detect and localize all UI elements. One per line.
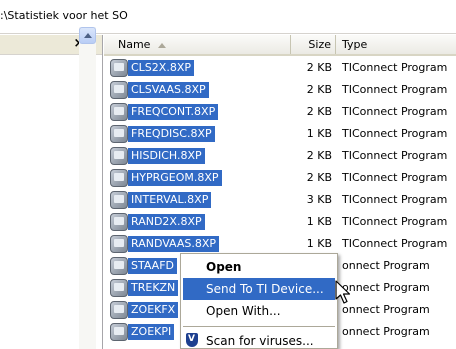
antivirus-shield-icon [186,333,198,347]
file-type: TIConnect Program [342,61,448,74]
column-header: Name Size Type [104,35,456,56]
file-name: RAND2X.8XP [128,214,205,230]
ti-program-icon [110,125,128,143]
file-size: 2 KB [306,105,332,118]
file-size: 1 KB [306,127,332,140]
ti-program-icon [110,191,128,209]
file-row[interactable]: HYPRGEOM.8XP 2 KB TIConnect Program [104,167,456,189]
ti-program-icon [110,147,128,165]
scroll-up-icon[interactable] [79,27,96,44]
file-size: 2 KB [306,83,332,96]
ti-program-icon [110,169,128,187]
ti-program-icon [110,213,128,231]
ti-program-icon [110,301,128,319]
column-size[interactable]: Size [291,35,336,54]
ti-program-icon [110,103,128,121]
menu-item-send-to-ti-device[interactable]: Send To TI Device... [183,278,335,300]
context-menu: Open Send To TI Device... Open With... S… [180,253,338,349]
file-type: TIConnect Program [342,215,448,228]
menu-separator [183,326,335,327]
ti-program-icon [110,323,128,341]
column-name-label: Name [118,38,151,51]
file-name: STAAFD [128,258,178,274]
menu-item-scan-label: Scan for viruses... [206,334,314,348]
address-bar[interactable]: :\Statistiek voor het SO [0,0,456,34]
file-size: 2 KB [306,171,332,184]
menu-item-open[interactable]: Open [183,256,335,278]
file-row[interactable]: CLS2X.8XP 2 KB TIConnect Program [104,57,456,79]
ti-program-icon [110,59,128,77]
ti-program-icon [110,235,128,253]
file-type: TIConnect Program [342,83,448,96]
file-size: 2 KB [306,149,332,162]
file-name: RANDVAAS.8XP [128,236,220,252]
address-path: :\Statistiek voor het SO [0,9,128,22]
file-name: TREKZN [128,280,179,296]
ti-program-icon [110,257,128,275]
file-name: ZOEKFX [128,302,179,318]
column-type[interactable]: Type [336,35,456,54]
file-name: ZOEKPI [128,324,175,340]
file-row[interactable]: FREQCONT.8XP 2 KB TIConnect Program [104,101,456,123]
menu-item-open-with[interactable]: Open With... [183,300,335,322]
file-type: TIConnect Program [342,171,448,184]
file-row[interactable]: INTERVAL.8XP 3 KB TIConnect Program [104,189,456,211]
file-size: 1 KB [306,215,332,228]
file-type: onnect Program [342,303,430,316]
file-row[interactable]: RANDVAAS.8XP 1 KB TIConnect Program [104,233,456,255]
file-type: TIConnect Program [342,237,448,250]
file-type: onnect Program [342,325,430,338]
file-name: FREQDISC.8XP [128,126,215,142]
ti-program-icon [110,81,128,99]
file-name: FREQCONT.8XP [128,104,219,120]
file-row[interactable]: FREQDISC.8XP 1 KB TIConnect Program [104,123,456,145]
file-name: CLS2X.8XP [128,60,194,76]
file-row[interactable]: RAND2X.8XP 1 KB TIConnect Program [104,211,456,233]
file-row[interactable]: HISDICH.8XP 2 KB TIConnect Program [104,145,456,167]
file-type: TIConnect Program [342,193,448,206]
file-size: 3 KB [306,193,332,206]
file-size: 1 KB [306,237,332,250]
ti-program-icon [110,279,128,297]
column-name[interactable]: Name [104,35,291,54]
mouse-pointer-icon [335,280,351,304]
sort-ascending-icon [158,42,167,48]
file-type: onnect Program [342,259,430,272]
file-name: HYPRGEOM.8XP [128,170,222,186]
folders-scrollbar[interactable] [79,27,96,349]
menu-item-scan-for-viruses[interactable]: Scan for viruses... [183,330,335,349]
file-name: CLSVAAS.8XP [128,82,209,98]
file-size: 2 KB [306,61,332,74]
file-type: TIConnect Program [342,127,448,140]
file-name: INTERVAL.8XP [128,192,212,208]
file-row[interactable]: CLSVAAS.8XP 2 KB TIConnect Program [104,79,456,101]
file-type: TIConnect Program [342,149,448,162]
file-name: HISDICH.8XP [128,148,205,164]
file-type: onnect Program [342,281,430,294]
file-type: TIConnect Program [342,105,448,118]
